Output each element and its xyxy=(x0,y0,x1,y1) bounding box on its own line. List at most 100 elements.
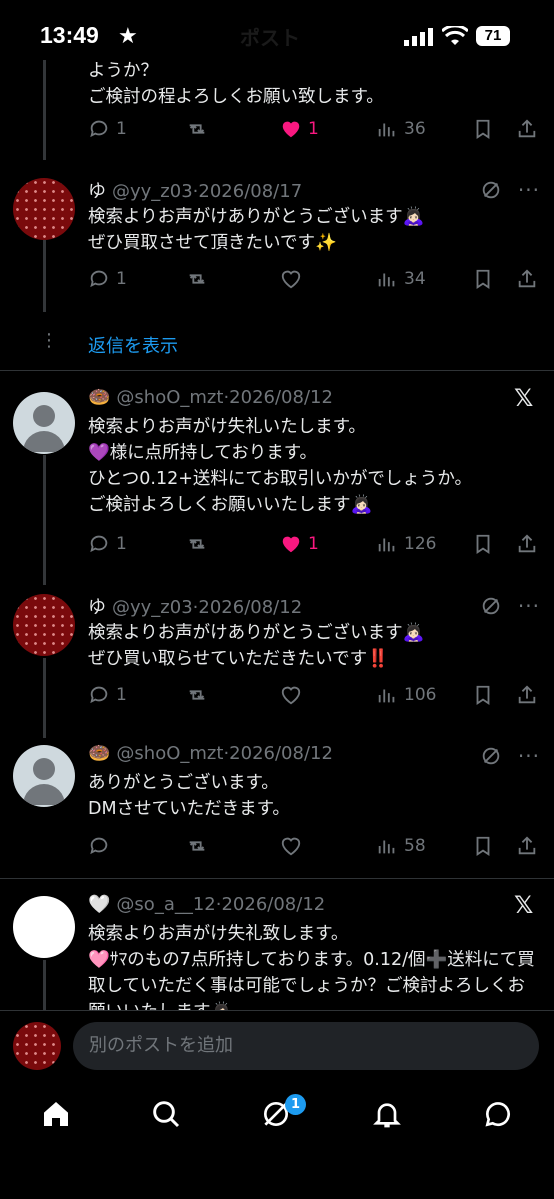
grok-icon[interactable] xyxy=(480,595,502,617)
thread-line xyxy=(43,455,46,585)
grok-icon[interactable] xyxy=(480,179,502,201)
repost-button[interactable] xyxy=(186,684,208,706)
bookmark-icon xyxy=(476,119,490,139)
notification-badge: 1 xyxy=(285,1094,306,1115)
bookmark-icon xyxy=(476,534,490,554)
avatar[interactable] xyxy=(13,745,75,807)
bookmark-icon xyxy=(476,269,490,289)
reply-icon xyxy=(90,837,108,855)
share-button[interactable] xyxy=(516,118,538,140)
add-post-input[interactable]: 別のポストを追加 xyxy=(73,1022,539,1070)
share-icon xyxy=(518,534,536,553)
reply-button[interactable]: 1 xyxy=(88,684,127,706)
repost-icon xyxy=(189,539,205,549)
like-button[interactable] xyxy=(280,268,302,290)
x-logo-icon: 𝕏 xyxy=(514,384,534,412)
tweet-text: ようか？ ご検討の程よろしくお願い致します。 xyxy=(88,61,384,107)
avatar[interactable] xyxy=(13,594,75,656)
avatar[interactable] xyxy=(13,178,75,240)
share-button[interactable] xyxy=(516,533,538,555)
more-options-button[interactable]: ··· xyxy=(518,594,540,618)
share-button[interactable] xyxy=(516,684,538,706)
share-button[interactable] xyxy=(516,835,538,857)
like-button[interactable] xyxy=(280,835,302,857)
views-icon xyxy=(378,538,395,552)
avatar[interactable] xyxy=(13,392,75,454)
thread-line xyxy=(43,60,46,160)
bookmark-icon xyxy=(476,685,490,705)
divider xyxy=(0,370,554,371)
tweet-text: 検索よりお声がけ失礼致します。 🩷ｻﾏのもの7点所持しております。0.12/個➕… xyxy=(88,924,535,1010)
bookmark-button[interactable] xyxy=(472,684,494,706)
battery-indicator: 71 xyxy=(476,26,510,46)
share-icon xyxy=(518,685,536,704)
bookmark-button[interactable] xyxy=(472,533,494,555)
default-avatar-icon xyxy=(23,405,65,452)
tweet-text: 検索よりお声がけありがとうございます🙇🏻‍♀️ ぜひ買取させて頂きたいです✨ xyxy=(88,207,425,253)
like-button[interactable]: 1 xyxy=(280,533,319,555)
reply-icon xyxy=(90,686,108,704)
views-button[interactable]: 126 xyxy=(376,533,436,555)
heart-icon xyxy=(281,837,301,856)
focus-star-icon: ★ xyxy=(118,24,138,49)
share-icon xyxy=(518,269,536,288)
like-button[interactable]: 1 xyxy=(280,118,319,140)
repost-icon xyxy=(189,841,205,851)
reply-button[interactable]: 1 xyxy=(88,533,127,555)
bell-icon[interactable] xyxy=(371,1098,403,1130)
wifi-icon xyxy=(442,26,468,45)
repost-button[interactable] xyxy=(186,268,208,290)
reply-button[interactable]: 1 xyxy=(88,268,127,290)
reply-icon xyxy=(90,270,108,288)
page-title: ポスト xyxy=(240,26,300,50)
share-icon xyxy=(518,119,536,138)
dots-icon: ⋮ xyxy=(40,330,58,351)
views-button[interactable]: 36 xyxy=(376,118,426,140)
repost-button[interactable] xyxy=(186,835,208,857)
reply-icon xyxy=(90,120,108,138)
repost-button[interactable] xyxy=(186,533,208,555)
repost-button[interactable] xyxy=(186,118,208,140)
views-button[interactable]: 58 xyxy=(376,835,426,857)
share-button[interactable] xyxy=(516,268,538,290)
tweet-actions: 1 106 xyxy=(88,684,538,712)
heart-icon xyxy=(281,270,301,289)
tweet-actions: 1 34 xyxy=(88,268,538,296)
search-icon[interactable] xyxy=(150,1098,182,1130)
views-button[interactable]: 34 xyxy=(376,268,426,290)
more-options-button[interactable]: ··· xyxy=(518,178,540,202)
grok-icon[interactable] xyxy=(480,745,502,767)
bookmark-icon xyxy=(476,836,490,856)
more-options-button[interactable]: ··· xyxy=(518,744,540,768)
default-avatar-icon xyxy=(23,758,65,805)
bookmark-button[interactable] xyxy=(472,835,494,857)
bookmark-button[interactable] xyxy=(472,268,494,290)
home-icon[interactable] xyxy=(40,1098,72,1130)
tweet-header: 🍩 @shoO_mzt·2026/08/12 xyxy=(88,387,333,408)
tweet-header: ゆ @yy_z03·2026/08/12 xyxy=(88,597,303,618)
repost-icon xyxy=(189,124,205,134)
tweet-header: ゆ @yy_z03·2026/08/17 xyxy=(88,181,303,202)
heart-filled-icon xyxy=(282,121,300,138)
current-user-avatar[interactable] xyxy=(13,1022,61,1070)
views-button[interactable]: 106 xyxy=(376,684,436,706)
tweet-actions: 58 xyxy=(88,835,538,863)
like-button[interactable] xyxy=(280,684,302,706)
thread-line xyxy=(43,240,46,312)
heart-filled-icon xyxy=(282,536,300,553)
avatar[interactable] xyxy=(13,896,75,958)
reply-icon xyxy=(90,535,108,553)
show-replies-link[interactable]: 返信を表示 xyxy=(88,332,178,358)
tweet-header: 🍩 @shoO_mzt·2026/08/12 xyxy=(88,743,333,764)
x-logo-icon: 𝕏 xyxy=(514,891,534,919)
reply-button[interactable]: 1 xyxy=(88,118,127,140)
tweet-header: 🤍 @so_a__12·2026/08/12 xyxy=(88,894,326,915)
bookmark-button[interactable] xyxy=(472,118,494,140)
repost-icon xyxy=(189,690,205,700)
messages-icon[interactable] xyxy=(482,1098,514,1130)
repost-icon xyxy=(189,274,205,284)
thread-line xyxy=(43,658,46,738)
status-time: 13:49 xyxy=(40,22,99,48)
reply-button[interactable] xyxy=(88,835,110,857)
views-icon xyxy=(378,273,395,287)
